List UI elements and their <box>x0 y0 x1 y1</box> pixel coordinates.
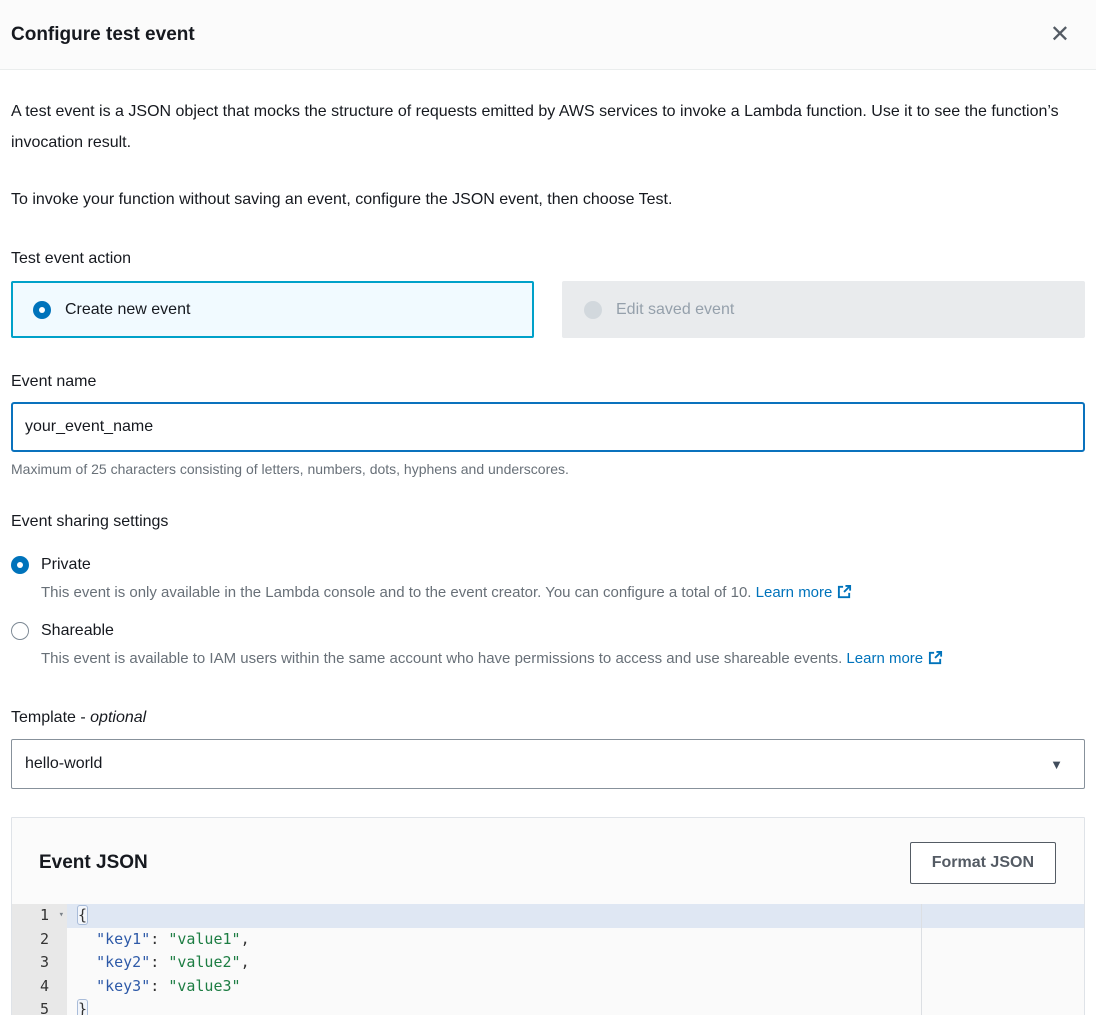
line-number: 3 <box>12 951 67 975</box>
private-description: This event is only available in the Lamb… <box>41 582 1085 605</box>
tile-create-new-event[interactable]: Create new event <box>11 281 534 338</box>
external-link-icon <box>928 650 943 671</box>
event-name-input[interactable] <box>11 402 1085 452</box>
event-json-title: Event JSON <box>39 852 148 874</box>
template-label: Template - optional <box>11 707 1085 729</box>
radio-selected-icon <box>33 301 51 319</box>
radio-selected-icon <box>11 556 29 574</box>
tile-edit-saved-event[interactable]: Edit saved event <box>562 281 1085 338</box>
learn-more-label: Learn more <box>756 584 833 601</box>
intro-paragraph-1: A test event is a JSON object that mocks… <box>11 96 1085 158</box>
private-description-text: This event is only available in the Lamb… <box>41 584 751 601</box>
test-event-action-label: Test event action <box>11 248 1085 270</box>
template-label-optional: optional <box>90 709 146 726</box>
line-number: 5 <box>12 998 67 1015</box>
shareable-description-text: This event is available to IAM users wit… <box>41 650 842 667</box>
radio-shareable[interactable]: Shareable <box>11 622 1085 640</box>
test-event-action-group: Create new event Edit saved event <box>11 281 1085 338</box>
shareable-description: This event is available to IAM users wit… <box>41 648 1085 671</box>
event-json-panel: Event JSON Format JSON 1▾ 2 3 4 5 { "key… <box>11 817 1085 1015</box>
code-line: { <box>67 904 1084 928</box>
intro-paragraph-2: To invoke your function without saving a… <box>11 184 1085 215</box>
radio-unselected-icon <box>11 622 29 640</box>
close-icon[interactable]: ✕ <box>1042 19 1078 51</box>
editor-line-number-gutter: 1▾ 2 3 4 5 <box>12 904 67 1015</box>
template-select[interactable]: hello-world ▼ <box>11 739 1085 789</box>
learn-more-link-private[interactable]: Learn more <box>756 584 853 601</box>
line-number: 4 <box>12 975 67 999</box>
radio-private[interactable]: Private <box>11 556 1085 574</box>
code-line: "key3": "value3" <box>67 975 1084 999</box>
chevron-down-icon: ▼ <box>1050 757 1063 772</box>
code-line: "key2": "value2", <box>67 951 1084 975</box>
learn-more-link-shareable[interactable]: Learn more <box>846 650 943 667</box>
tile-edit-label: Edit saved event <box>616 301 734 319</box>
sharing-settings-label: Event sharing settings <box>11 511 1085 533</box>
learn-more-label: Learn more <box>846 650 923 667</box>
editor-code-area[interactable]: { "key1": "value1", "key2": "value2", "k… <box>67 904 1084 1015</box>
code-line: } <box>67 998 1084 1015</box>
modal-body: A test event is a JSON object that mocks… <box>0 96 1096 1015</box>
code-line: "key1": "value1", <box>67 928 1084 952</box>
radio-private-label: Private <box>41 556 91 574</box>
radio-shareable-label: Shareable <box>41 622 114 640</box>
format-json-button[interactable]: Format JSON <box>910 842 1056 884</box>
modal-header: Configure test event ✕ <box>0 0 1096 70</box>
radio-disabled-icon <box>584 301 602 319</box>
line-number: 2 <box>12 928 67 952</box>
fold-arrow-icon[interactable]: ▾ <box>59 904 64 928</box>
template-selected-value: hello-world <box>25 755 102 773</box>
tile-create-label: Create new event <box>65 301 190 319</box>
event-name-label: Event name <box>11 371 1085 393</box>
line-number: 1▾ <box>12 904 67 928</box>
event-json-header: Event JSON Format JSON <box>12 818 1084 904</box>
external-link-icon <box>837 584 852 605</box>
template-label-text: Template - <box>11 709 90 726</box>
page-title: Configure test event <box>11 24 195 46</box>
event-name-helper: Maximum of 25 characters consisting of l… <box>11 461 1085 477</box>
json-code-editor[interactable]: 1▾ 2 3 4 5 { "key1": "value1", "key2": "… <box>12 904 1084 1015</box>
